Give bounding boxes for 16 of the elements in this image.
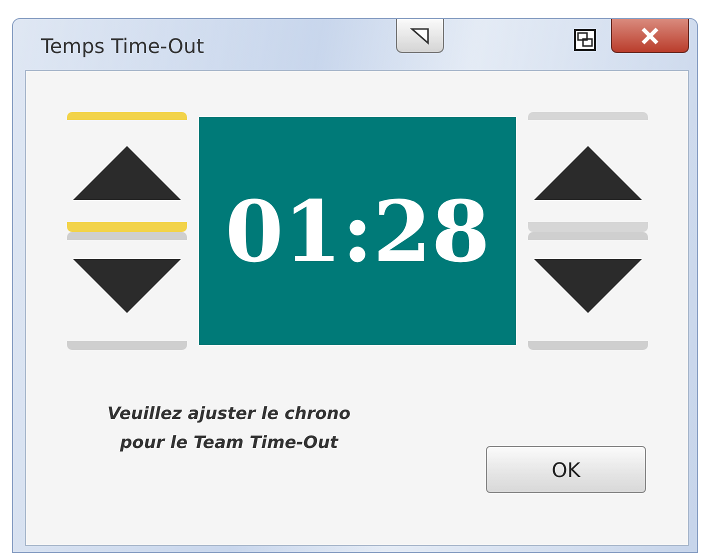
up-arrow-icon xyxy=(534,146,642,200)
down-arrow-icon xyxy=(534,258,642,312)
ok-button[interactable]: OK xyxy=(486,446,646,493)
triangle-icon xyxy=(409,26,432,44)
restore-icon[interactable] xyxy=(573,28,597,52)
up-arrow-icon xyxy=(73,146,181,200)
instruction-text: Veuillez ajuster le chrono pour le Team Time-Out xyxy=(106,403,352,455)
decrease-button[interactable] xyxy=(67,232,187,350)
close-icon xyxy=(639,26,661,44)
close-button[interactable] xyxy=(611,19,689,53)
corner-button[interactable] xyxy=(396,19,444,53)
down-arrow-icon xyxy=(73,258,181,312)
window-title: Temps Time-Out xyxy=(41,34,204,58)
timer-value: 01:28 xyxy=(225,182,490,280)
increase-button[interactable] xyxy=(528,112,648,232)
decrease-button[interactable] xyxy=(528,232,648,350)
